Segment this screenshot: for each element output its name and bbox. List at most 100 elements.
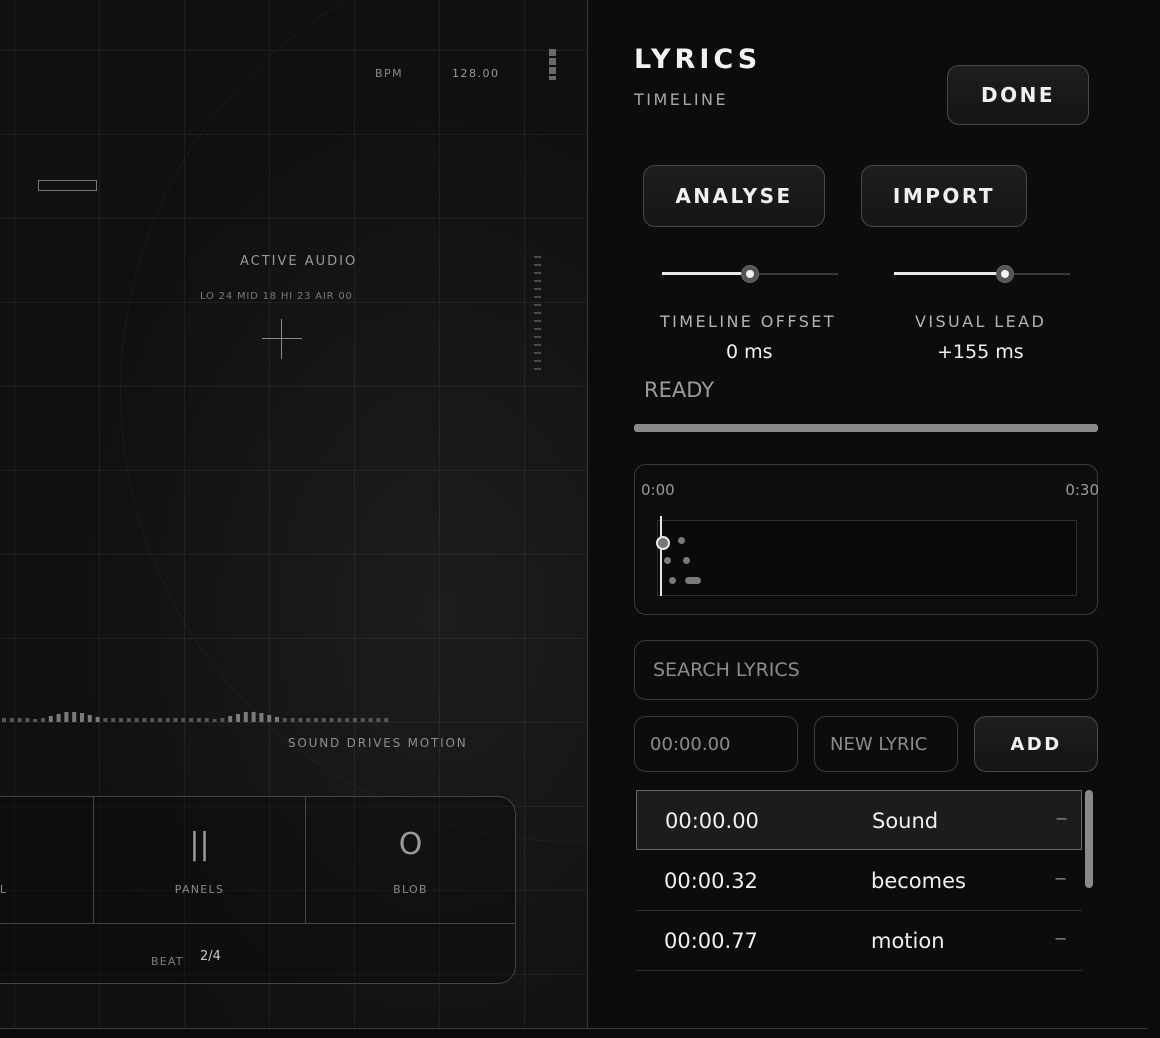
- waveform-bar: [2, 718, 6, 722]
- waveform-bar: [236, 714, 240, 722]
- active-audio-label: ACTIVE AUDIO: [240, 254, 358, 269]
- scrollbar-thumb[interactable]: [1085, 790, 1093, 888]
- bottom-divider: [0, 1028, 1148, 1029]
- timeline-marker[interactable]: [685, 577, 701, 584]
- waveform-bar: [314, 718, 318, 722]
- panel-title: LYRICS: [634, 44, 762, 75]
- timeline-marker[interactable]: [664, 557, 671, 564]
- waveform-bar: [80, 713, 84, 722]
- waveform-bar: [64, 712, 69, 722]
- mode-panels-label: PANELS: [174, 883, 225, 896]
- waveform-bar: [103, 718, 108, 722]
- waveform-bar: [298, 718, 303, 722]
- mode-blob[interactable]: O BLOB: [306, 797, 515, 923]
- slider-fill: [894, 272, 1005, 275]
- search-lyrics-input[interactable]: [634, 640, 1098, 700]
- timeline-marker-selected[interactable]: [656, 536, 670, 550]
- lyric-word: becomes: [871, 869, 966, 893]
- waveform-bar: [251, 712, 256, 722]
- analysis-progress-bar: [634, 424, 1098, 432]
- slider-thumb[interactable]: [742, 266, 758, 282]
- visual-lead-value: +155 ms: [937, 341, 1024, 363]
- level-scale: [534, 256, 541, 374]
- bpm-value: 128.00: [452, 67, 500, 80]
- remove-lyric-icon[interactable]: −: [1054, 929, 1067, 948]
- waveform-bar: [119, 718, 123, 722]
- waveform-bar: [275, 717, 279, 722]
- band-levels: LO 24 MID 18 HI 23 AIR 00: [200, 291, 353, 302]
- lyric-row[interactable]: 00:00.00 Sound −: [636, 790, 1082, 850]
- slider-thumb[interactable]: [996, 266, 1013, 282]
- visual-lead-slider[interactable]: [894, 264, 1070, 284]
- waveform-bar: [321, 718, 326, 722]
- timeline-marker[interactable]: [678, 537, 685, 544]
- new-lyric-time-input[interactable]: [634, 716, 798, 772]
- slider-fill: [662, 272, 750, 275]
- waveform-bar: [33, 719, 38, 722]
- waveform-bar: [48, 716, 53, 722]
- waveform-bar: [267, 715, 272, 722]
- lyric-list: 00:00.00 Sound − 00:00.32 becomes − 00:0…: [636, 788, 1086, 976]
- import-button[interactable]: IMPORT: [861, 165, 1027, 227]
- waveform-bar: [282, 718, 287, 722]
- remove-lyric-icon[interactable]: −: [1054, 869, 1067, 888]
- menu-handle-icon[interactable]: [549, 49, 556, 80]
- waveform-bar: [56, 714, 61, 722]
- waveform-bar: [212, 719, 217, 722]
- new-lyric-text-input[interactable]: [814, 716, 958, 772]
- beat-value: 2/4: [200, 949, 221, 964]
- waveform-bar: [165, 718, 170, 722]
- lyric-time: 00:00.00: [665, 809, 759, 833]
- waveform-bar: [111, 718, 116, 722]
- waveform-bar: [345, 718, 350, 722]
- visualizer-canvas[interactable]: BPM 128.00 ACTIVE AUDIO LO 24 MID 18 HI …: [0, 0, 587, 1028]
- waveform-bar: [368, 718, 373, 722]
- waveform-bar: [376, 718, 381, 722]
- status-text: READY: [644, 378, 715, 402]
- divider: [0, 923, 515, 924]
- add-lyric-button[interactable]: ADD: [974, 716, 1098, 772]
- analyse-button[interactable]: ANALYSE: [643, 165, 825, 227]
- lyric-word: motion: [871, 929, 945, 953]
- waveform-bar: [353, 718, 357, 722]
- remove-lyric-icon[interactable]: −: [1055, 809, 1068, 828]
- beat-label: BEAT: [151, 955, 184, 968]
- done-button[interactable]: DONE: [947, 65, 1089, 125]
- progress-fill: [634, 424, 1098, 432]
- waveform-bar: [306, 718, 311, 722]
- waveform-bar: [126, 718, 131, 722]
- mode-panels[interactable]: || PANELS: [94, 797, 306, 923]
- lyric-time: 00:00.77: [664, 929, 758, 953]
- timeline-marker[interactable]: [669, 577, 676, 584]
- timeline-marker[interactable]: [683, 557, 690, 564]
- playhead[interactable]: [660, 516, 662, 596]
- lyrics-panel: LYRICS TIMELINE DONE ANALYSE IMPORT TIME…: [588, 0, 1160, 1028]
- timeline-end-label: 0:30: [1065, 481, 1099, 499]
- timeline-offset-slider[interactable]: [662, 264, 838, 284]
- waveform-bar: [220, 718, 225, 722]
- waveform-bar: [150, 718, 155, 722]
- rect-marker: [38, 180, 97, 191]
- panels-icon: ||: [189, 827, 210, 862]
- waveform-bar: [87, 715, 92, 722]
- timeline-start-label: 0:00: [641, 481, 675, 499]
- visual-lead-label: VISUAL LEAD: [915, 312, 1047, 331]
- lyric-word: Sound: [872, 809, 939, 833]
- lyric-row[interactable]: 00:00.77 motion −: [636, 911, 1082, 971]
- lyric-list-scrollbar[interactable]: [1084, 790, 1094, 976]
- waveform-bar: [181, 718, 186, 722]
- bpm-label: BPM: [375, 67, 404, 80]
- waveform-bar: [204, 718, 209, 722]
- waveform-bar: [329, 718, 334, 722]
- mode-visual[interactable]: AL: [0, 797, 94, 923]
- mode-selector: AL || PANELS O BLOB: [0, 796, 516, 984]
- tagline: SOUND DRIVES MOTION: [288, 736, 468, 750]
- mode-visual-label: AL: [0, 883, 8, 896]
- waveform-bar: [360, 718, 365, 722]
- lyrics-timeline[interactable]: 0:00 0:30: [634, 464, 1099, 615]
- lyric-row[interactable]: 00:00.32 becomes −: [636, 851, 1082, 911]
- timeline-track[interactable]: [656, 516, 1077, 596]
- waveform-bar: [72, 712, 77, 722]
- timeline-offset-label: TIMELINE OFFSET: [660, 312, 836, 331]
- waveform-bar: [337, 718, 342, 722]
